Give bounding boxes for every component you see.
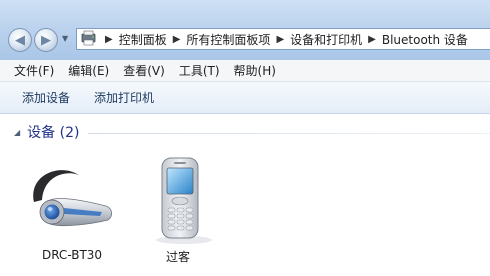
menu-edit[interactable]: 编辑(E): [61, 62, 116, 79]
menu-bar: 文件(F) 编辑(E) 查看(V) 工具(T) 帮助(H): [0, 60, 490, 82]
menu-view[interactable]: 查看(V): [116, 62, 172, 79]
breadcrumb-separator-icon[interactable]: ▶: [270, 34, 290, 45]
menu-help[interactable]: 帮助(H): [227, 62, 283, 79]
command-toolbar: 添加设备 添加打印机: [0, 82, 490, 114]
breadcrumb-separator-icon[interactable]: ▶: [362, 34, 382, 45]
device-label: 过客: [165, 250, 190, 264]
breadcrumb-all-control-panel-items[interactable]: 所有控制面板项: [186, 31, 270, 48]
address-bar[interactable]: ▶ 控制面板 ▶ 所有控制面板项 ▶ 设备和打印机 ▶ Bluetooth 设备: [76, 28, 490, 50]
device-label: DRC-BT30: [41, 248, 103, 262]
breadcrumb-control-panel[interactable]: 控制面板: [119, 31, 167, 48]
devices-printers-icon: [79, 29, 99, 49]
breadcrumb-separator-icon[interactable]: ▶: [99, 34, 119, 45]
menu-tools[interactable]: 工具(T): [172, 62, 227, 79]
window-titlebar: ◀ ▶ ▼ ▶ 控制面板 ▶ 所有控制面板项 ▶ 设备和打印机 ▶ Blueto…: [0, 0, 490, 60]
forward-button[interactable]: ▶: [34, 28, 58, 52]
add-device-button[interactable]: 添加设备: [0, 89, 82, 106]
device-view: ◢ 设备 (2) DRC-BT30 过客: [0, 114, 490, 276]
collapse-triangle-icon[interactable]: ◢: [14, 128, 20, 137]
recent-pages-chevron-icon[interactable]: ▼: [62, 34, 68, 43]
device-item-phone[interactable]: 过客: [128, 154, 228, 266]
device-item-headset[interactable]: DRC-BT30: [22, 154, 122, 266]
breadcrumb-separator-icon[interactable]: ▶: [167, 34, 187, 45]
breadcrumb-bluetooth-devices[interactable]: Bluetooth 设备: [382, 31, 468, 48]
forward-arrow-icon: ▶: [41, 32, 51, 48]
group-title: 设备 (2): [27, 125, 80, 141]
device-group-header[interactable]: ◢ 设备 (2): [14, 122, 79, 142]
back-button[interactable]: ◀: [8, 28, 32, 52]
bluetooth-headset-icon: [33, 170, 112, 227]
menu-file[interactable]: 文件(F): [0, 62, 61, 79]
mobile-phone-icon: [156, 157, 212, 244]
add-printer-button[interactable]: 添加打印机: [82, 89, 166, 106]
breadcrumb-devices-and-printers[interactable]: 设备和打印机: [290, 31, 362, 48]
back-arrow-icon: ◀: [15, 32, 25, 48]
group-divider: [88, 133, 490, 134]
